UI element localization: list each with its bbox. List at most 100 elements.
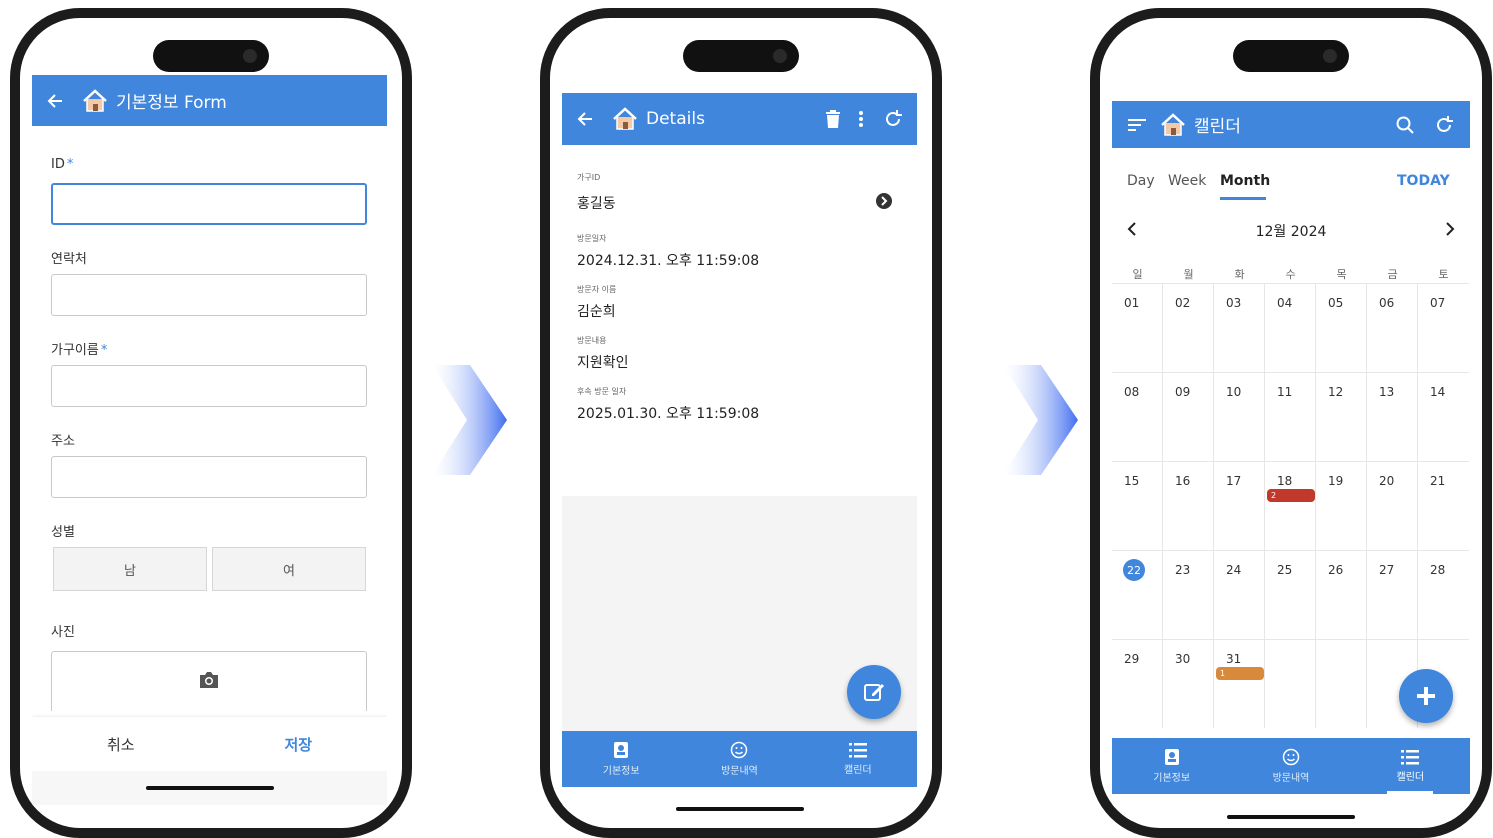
back-arrow-icon[interactable] xyxy=(576,110,594,128)
calendar-day-cell[interactable]: 14 xyxy=(1418,372,1469,461)
nav-basic-info[interactable]: 기본정보 xyxy=(1112,738,1231,794)
weekday-label: 월 xyxy=(1183,268,1194,281)
more-vertical-icon[interactable] xyxy=(859,111,863,127)
day-number: 19 xyxy=(1328,474,1344,488)
nav-basic-info[interactable]: 기본정보 xyxy=(562,731,680,787)
trash-icon[interactable] xyxy=(825,110,841,128)
calendar-bottom-nav: 기본정보 방문내역 캘린더 xyxy=(1112,738,1470,794)
nav-visit-history[interactable]: 방문내역 xyxy=(1231,738,1350,794)
tab-month[interactable]: Month xyxy=(1220,173,1270,189)
calendar-day-cell[interactable]: 21 xyxy=(1418,461,1469,550)
smile-icon xyxy=(731,741,748,759)
calendar-day-cell[interactable]: 31 1 xyxy=(1214,639,1265,728)
calendar-day-cell[interactable]: 15 xyxy=(1112,461,1163,550)
phone-notch xyxy=(1233,40,1349,72)
day-number: 17 xyxy=(1226,474,1242,488)
gender-male-button[interactable]: 남 xyxy=(53,547,207,591)
household-id-label: 가구ID xyxy=(577,173,601,182)
gender-label: 성별 xyxy=(51,525,75,540)
add-event-fab-button[interactable] xyxy=(1399,669,1453,723)
cancel-button[interactable]: 취소 xyxy=(32,717,210,771)
visit-content-value: 지원확인 xyxy=(577,355,629,371)
today-button[interactable]: TODAY xyxy=(1397,173,1450,189)
tab-day[interactable]: Day xyxy=(1127,173,1155,189)
refresh-icon[interactable] xyxy=(883,109,903,129)
calendar-day-cell[interactable]: 19 xyxy=(1316,461,1367,550)
tab-week[interactable]: Week xyxy=(1168,173,1206,189)
calendar-day-cell[interactable]: 17 xyxy=(1214,461,1265,550)
calendar-day-cell[interactable]: 26 xyxy=(1316,550,1367,639)
calendar-day-cell[interactable]: 04 xyxy=(1265,283,1316,372)
household-name-label: 가구이름 * xyxy=(51,343,108,358)
calendar-day-cell[interactable]: 12 xyxy=(1316,372,1367,461)
calendar-day-cell[interactable]: 20 xyxy=(1367,461,1418,550)
calendar-day-cell[interactable]: 16 xyxy=(1163,461,1214,550)
day-number: 27 xyxy=(1379,563,1395,577)
calendar-title: 캘린더 xyxy=(1194,117,1241,137)
calendar-day-cell[interactable]: 01 xyxy=(1112,283,1163,372)
day-number: 07 xyxy=(1430,296,1446,310)
chevron-right-circle-icon[interactable] xyxy=(876,193,892,213)
list-icon xyxy=(848,743,867,758)
day-number: 14 xyxy=(1430,385,1446,399)
nav-calendar[interactable]: 캘린더 xyxy=(1351,738,1470,794)
day-number: 20 xyxy=(1379,474,1395,488)
calendar-day-cell[interactable]: 25 xyxy=(1265,550,1316,639)
contact-input[interactable] xyxy=(51,274,367,316)
camera-icon[interactable] xyxy=(198,671,220,693)
details-bottom-nav: 기본정보 방문내역 캘린더 xyxy=(562,731,917,787)
chevron-right-icon[interactable] xyxy=(1445,221,1455,241)
visit-content-label: 방문내용 xyxy=(577,336,607,345)
photo-upload-box[interactable] xyxy=(51,651,367,711)
day-number: 09 xyxy=(1175,385,1191,399)
calendar-day-cell[interactable]: 23 xyxy=(1163,550,1214,639)
phone-notch xyxy=(683,40,799,72)
visit-date-value: 2024.12.31. 오후 11:59:08 xyxy=(577,253,760,269)
contact-book-icon xyxy=(1164,749,1179,765)
menu-icon[interactable] xyxy=(1128,118,1146,132)
calendar-day-cell[interactable]: 08 xyxy=(1112,372,1163,461)
calendar-day-cell[interactable]: 22 xyxy=(1112,550,1163,639)
calendar-day-cell[interactable] xyxy=(1316,639,1367,728)
calendar-day-cell[interactable]: 10 xyxy=(1214,372,1265,461)
flow-arrow-icon xyxy=(1003,365,1078,475)
calendar-day-cell[interactable]: 29 xyxy=(1112,639,1163,728)
calendar-day-cell[interactable]: 24 xyxy=(1214,550,1265,639)
weekday-label: 목 xyxy=(1336,268,1347,281)
calendar-app-bar: 캘린더 xyxy=(1112,101,1470,148)
calendar-day-cell[interactable]: 18 2 xyxy=(1265,461,1316,550)
details-screen: Details 가구ID 홍길동 방문일자 2024.12.31. 오후 11:… xyxy=(562,93,917,813)
active-nav-indicator xyxy=(1387,791,1434,794)
calendar-day-cell[interactable]: 09 xyxy=(1163,372,1214,461)
day-number: 31 xyxy=(1226,652,1242,666)
calendar-day-cell[interactable]: 06 xyxy=(1367,283,1418,372)
nav-calendar[interactable]: 캘린더 xyxy=(799,731,917,787)
phone-form: 기본정보 Form ID * 연락처 가구이름 * 주소 성별 남 여 사진 취소 … xyxy=(10,8,412,838)
id-input[interactable] xyxy=(51,183,367,225)
photo-label: 사진 xyxy=(51,625,75,640)
calendar-day-cell[interactable]: 13 xyxy=(1367,372,1418,461)
flow-arrow-icon xyxy=(432,365,507,475)
nav-visit-history[interactable]: 방문내역 xyxy=(680,731,798,787)
calendar-day-cell[interactable]: 28 xyxy=(1418,550,1469,639)
weekday-label: 토 xyxy=(1438,268,1449,281)
calendar-day-cell[interactable]: 07 xyxy=(1418,283,1469,372)
calendar-day-cell[interactable]: 05 xyxy=(1316,283,1367,372)
calendar-day-cell[interactable]: 27 xyxy=(1367,550,1418,639)
event-badge[interactable]: 2 xyxy=(1267,489,1315,502)
address-input[interactable] xyxy=(51,456,367,498)
calendar-day-cell[interactable]: 11 xyxy=(1265,372,1316,461)
household-name-input[interactable] xyxy=(51,365,367,407)
calendar-day-cell[interactable]: 03 xyxy=(1214,283,1265,372)
event-badge[interactable]: 1 xyxy=(1216,667,1264,680)
save-button[interactable]: 저장 xyxy=(210,717,388,771)
calendar-day-cell[interactable]: 02 xyxy=(1163,283,1214,372)
search-icon[interactable] xyxy=(1396,116,1414,134)
edit-fab-button[interactable] xyxy=(847,665,901,719)
home-indicator xyxy=(145,786,274,790)
refresh-icon[interactable] xyxy=(1434,115,1454,135)
calendar-day-cell[interactable] xyxy=(1265,639,1316,728)
gender-female-button[interactable]: 여 xyxy=(212,547,366,591)
back-arrow-icon[interactable] xyxy=(46,92,64,110)
calendar-day-cell[interactable]: 30 xyxy=(1163,639,1214,728)
